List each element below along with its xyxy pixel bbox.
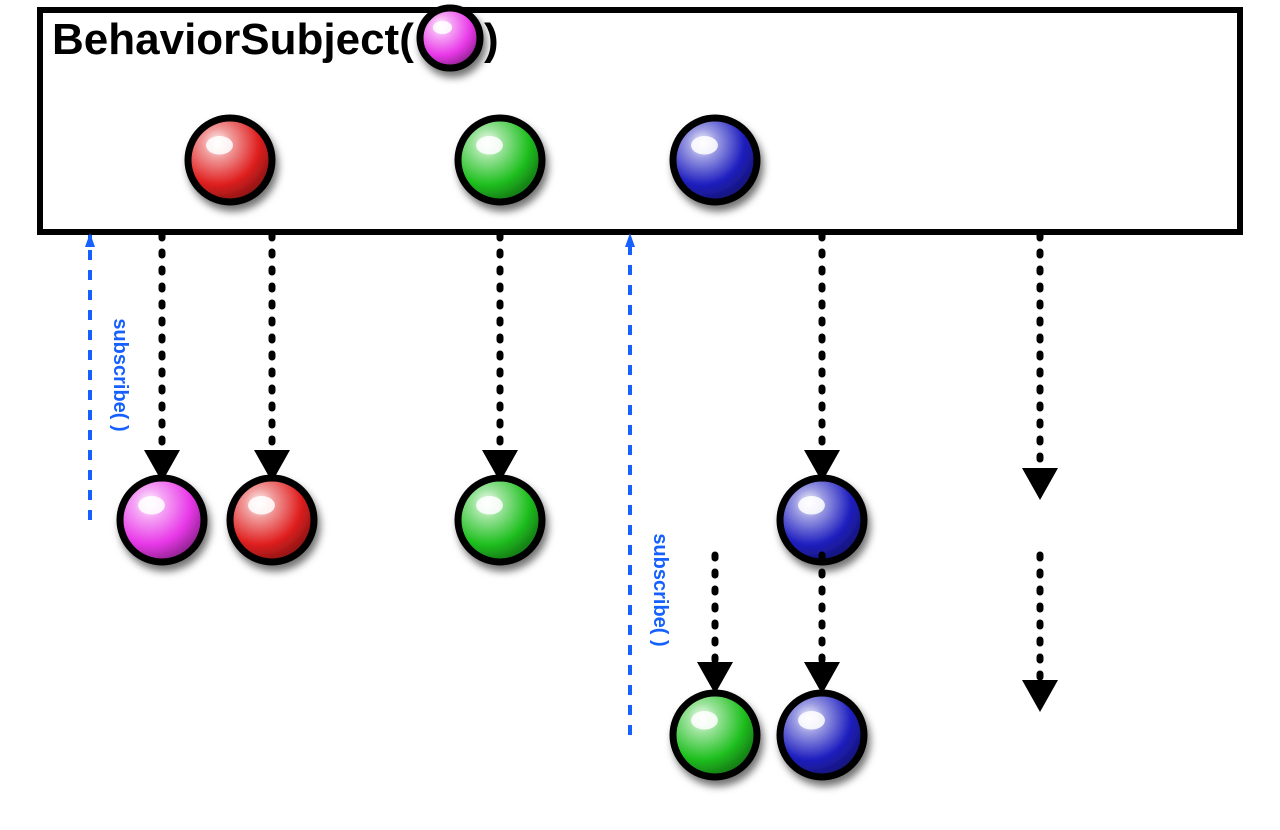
subscribe-label-1: subscribe( ): [649, 533, 671, 646]
emit-arrow-6: [804, 555, 840, 694]
emit-arrow-1: [254, 235, 290, 482]
subscriber1-timeline-marble-0: [120, 478, 204, 562]
subscribe-arrow-0: subscribe( ): [90, 235, 131, 520]
marble-diagram: BehaviorSubject( ) subscribe( ) subscribe…: [0, 0, 1280, 830]
emit-arrow-0: [144, 235, 180, 482]
operator-title-prefix: BehaviorSubject(: [52, 15, 414, 64]
emit-arrow-5: [697, 555, 733, 694]
subscriber2-timeline-marble-1: [780, 693, 864, 777]
subscribe-arrow-1: subscribe( ): [630, 235, 671, 735]
subscribe-label-0: subscribe( ): [109, 318, 131, 431]
emit-arrow-2: [482, 235, 518, 482]
operator-title-suffix: ): [484, 15, 499, 64]
title-marble: [420, 8, 480, 68]
subscriber1-timeline-marble-3: [780, 478, 864, 562]
title-initial-value-marble: [420, 8, 480, 68]
emit-arrow-7: [1022, 555, 1058, 712]
emit-arrow-4: [1022, 235, 1058, 500]
emit-arrow-3: [804, 235, 840, 482]
source-timeline-marble-1: [458, 118, 542, 202]
source-timeline-marble-0: [188, 118, 272, 202]
subscriber2-timeline-marble-0: [673, 693, 757, 777]
source-timeline-marble-2: [673, 118, 757, 202]
subscriber1-timeline-marble-2: [458, 478, 542, 562]
subscriber1-timeline-marble-1: [230, 478, 314, 562]
